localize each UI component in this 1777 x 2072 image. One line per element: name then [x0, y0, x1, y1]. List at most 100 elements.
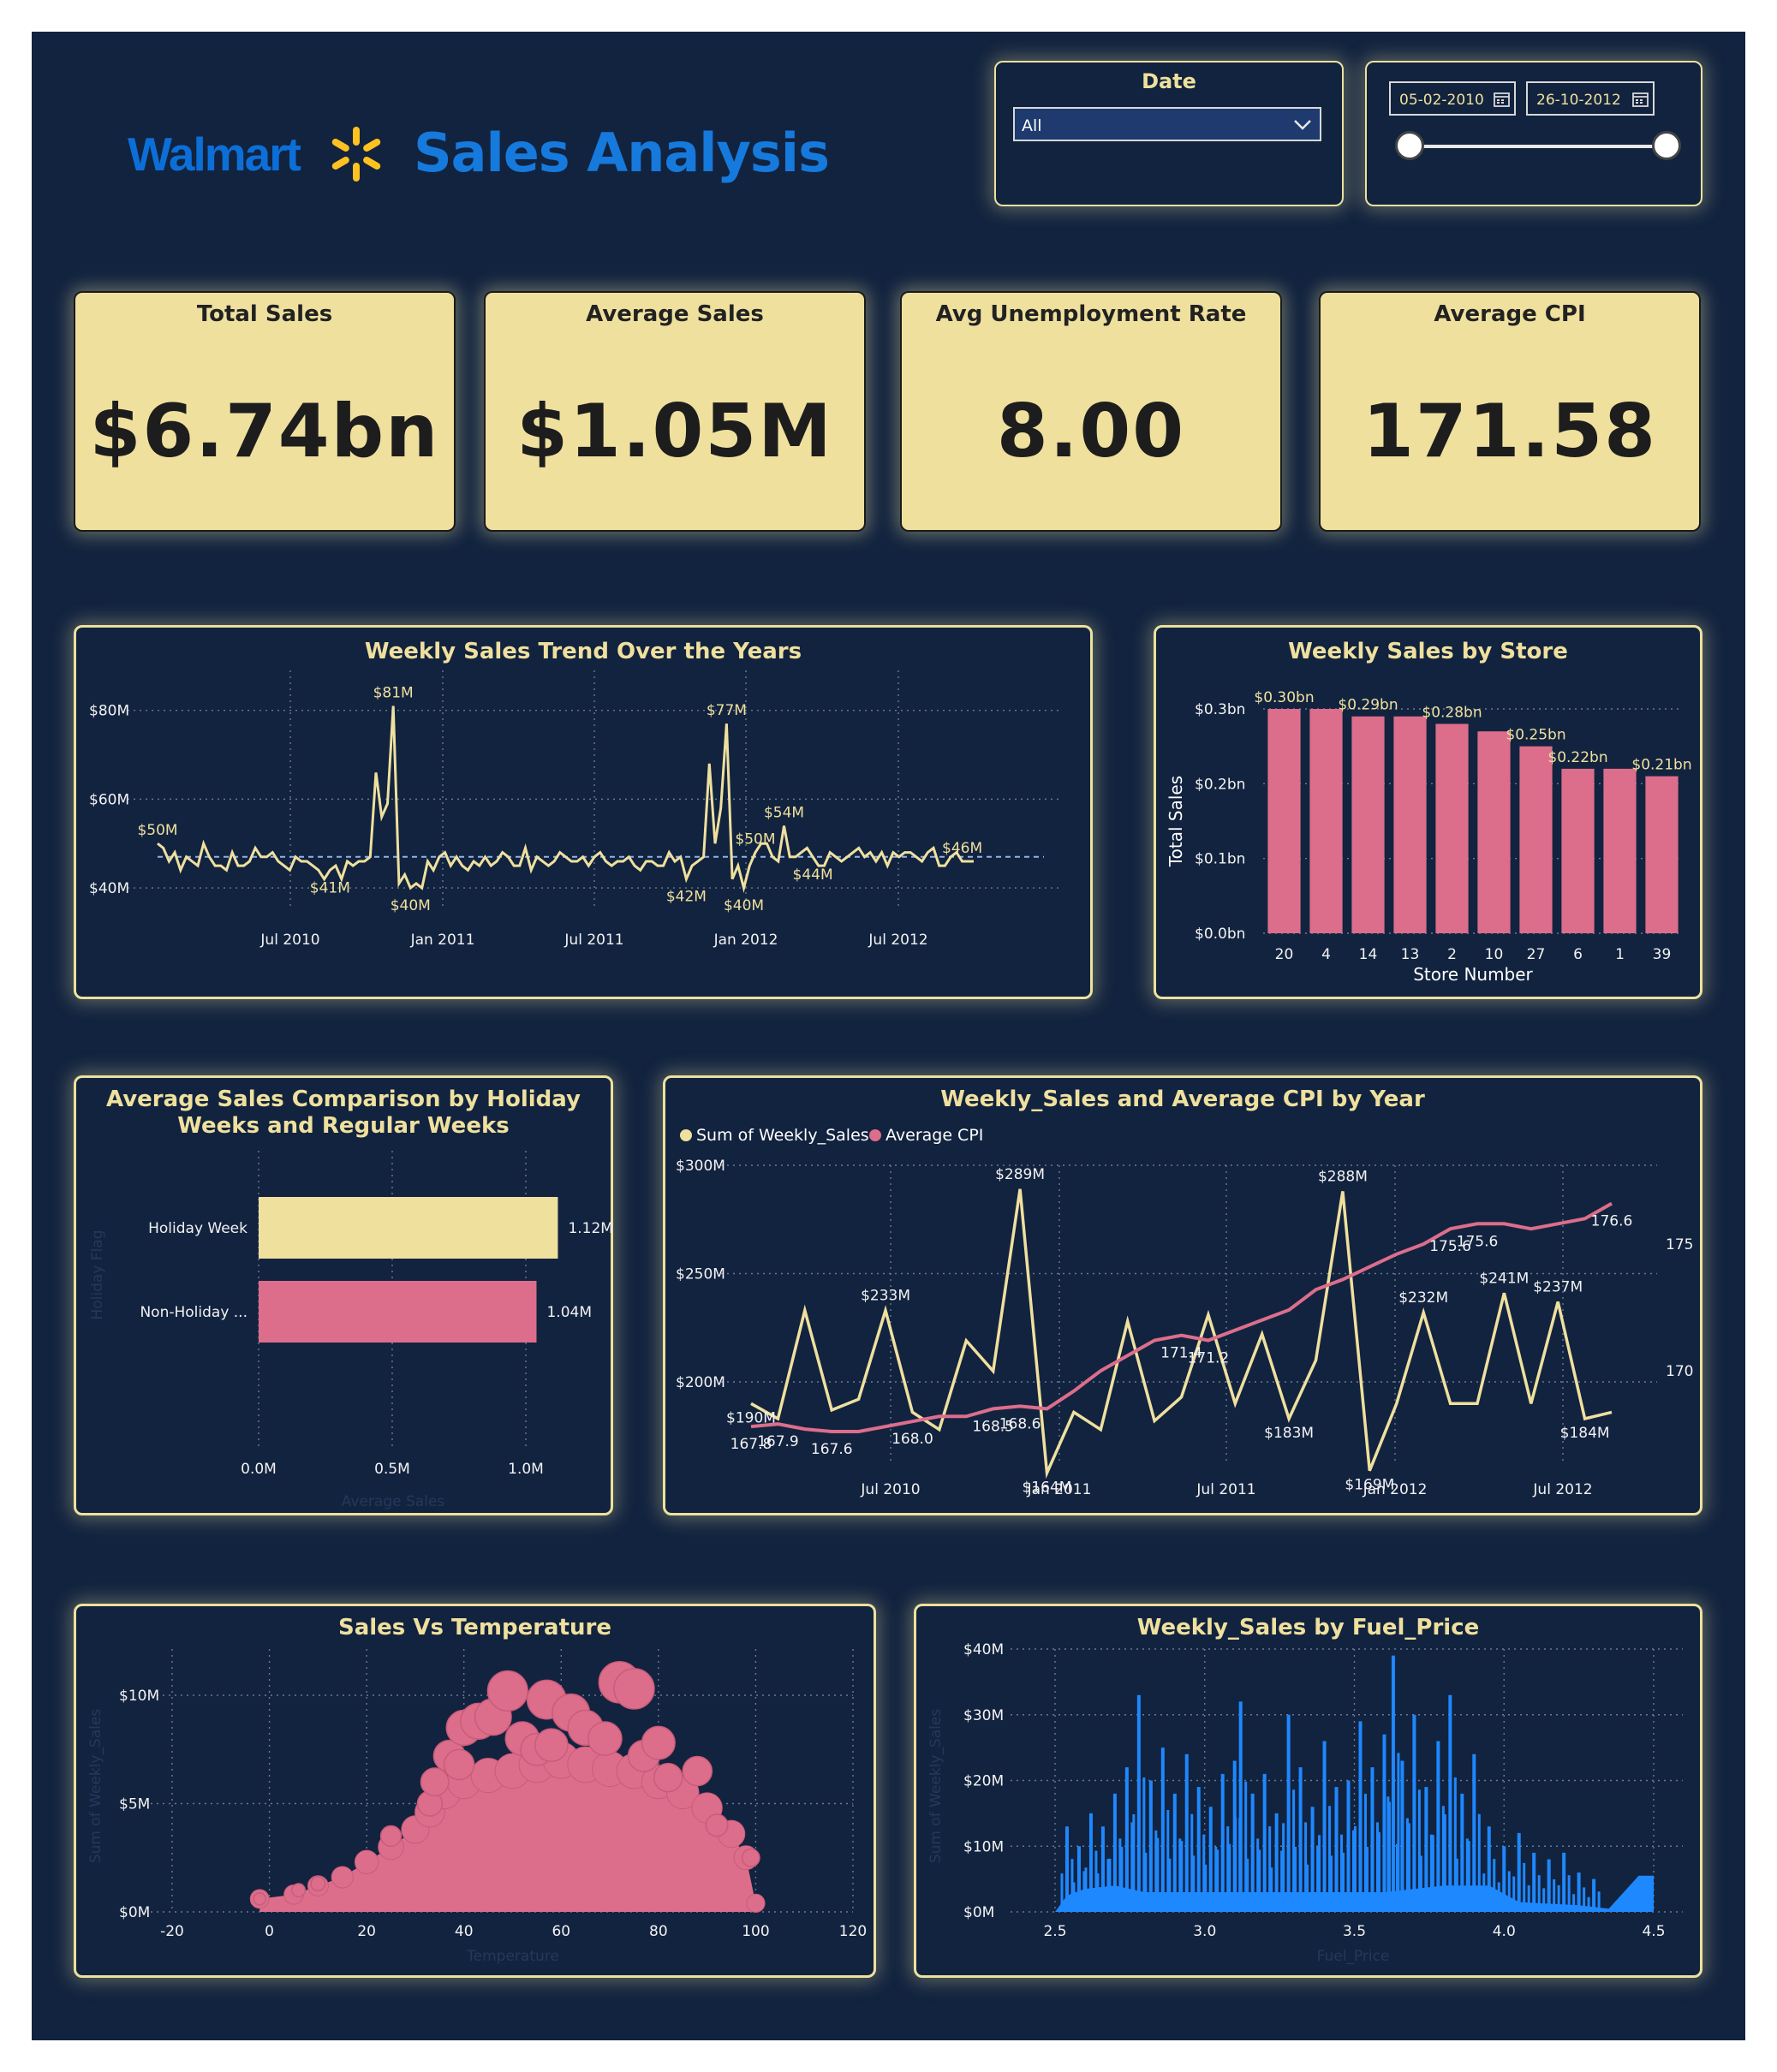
x-tick-label: 14 — [1359, 946, 1378, 963]
range-start-value: 05-02-2010 — [1399, 92, 1484, 109]
data-label: $288M — [1318, 1168, 1368, 1185]
calendar-icon — [1632, 92, 1649, 107]
bar — [1561, 768, 1595, 933]
x-tick-label: 40 — [455, 1923, 474, 1940]
holiday-comparison-chart[interactable]: 0.0M 0.5M 1.0M Holiday Week 1.12M Non-Holiday… — [76, 1078, 613, 1513]
date-select-value: All — [1022, 116, 1042, 135]
y-tick-label: $0.0bn — [1195, 926, 1245, 943]
x-tick-label: 20 — [357, 1923, 376, 1940]
kpi-value: $6.74bn — [89, 389, 440, 474]
page-title: Sales Analysis — [414, 122, 830, 184]
scatter-point — [587, 1721, 623, 1756]
data-label: $237M — [1533, 1278, 1583, 1295]
y-tick-label: $0.3bn — [1195, 701, 1245, 718]
data-label: 1.12M — [568, 1220, 613, 1237]
chevron-down-icon — [1294, 120, 1311, 130]
date-range-panel: 05-02-2010 26-10-2012 — [1365, 61, 1702, 206]
x-tick-label: 27 — [1527, 946, 1546, 963]
legend-label: Average CPI — [886, 1126, 983, 1145]
sales-temperature-panel: Sales Vs Temperature -20 0 20 40 60 80 100 120 $… — [74, 1604, 876, 1978]
y-tick-label: $40M — [963, 1641, 1004, 1658]
sales-cpi-panel: Weekly_Sales and Average CPI by Year Sum… — [663, 1075, 1702, 1515]
y-tick-label: $60M — [89, 791, 129, 808]
weekly-trend-panel: Weekly Sales Trend Over the Years Jul 20… — [74, 625, 1093, 999]
scatter-point — [613, 1668, 655, 1710]
data-label: $77M — [707, 702, 747, 719]
y-tick-label: $0M — [963, 1904, 994, 1921]
date-select[interactable]: All — [1013, 107, 1321, 141]
x-tick-label: 0 — [265, 1923, 274, 1940]
sales-line — [750, 1188, 1613, 1480]
sales-temperature-chart[interactable]: -20 0 20 40 60 80 100 120$0M$5M$10MTemperatureS… — [76, 1606, 874, 1975]
x-tick-label: 1.0M — [508, 1461, 544, 1478]
x-tick-label: Jan 2012 — [713, 932, 778, 949]
range-slider-track[interactable] — [1410, 145, 1667, 148]
data-label: $289M — [995, 1166, 1045, 1183]
range-end-input[interactable]: 26-10-2012 — [1526, 81, 1655, 116]
scatter-point — [253, 1892, 266, 1906]
kpi-card-average-sales: Average Sales $1.05M — [484, 291, 866, 532]
data-label: $184M — [1560, 1425, 1610, 1442]
weekly-trend-chart[interactable]: Jul 2010 Jan 2011 Jul 2011 Jan 2012 Jul 2012… — [76, 628, 1090, 997]
scatter-point — [310, 1876, 326, 1892]
kpi-label: Average Sales — [586, 301, 764, 327]
x-tick-label: Jan 2011 — [410, 932, 475, 949]
y-tick-label: $0.1bn — [1195, 851, 1245, 868]
kpi-card-total-sales: Total Sales $6.74bn — [74, 291, 456, 532]
range-slider-start-handle[interactable] — [1395, 131, 1424, 160]
data-label: $169M — [1345, 1477, 1394, 1494]
fuel-price-chart[interactable]: 2.5 3.0 3.5 4.0 4.5 $0M $10M $20M $30M $40M Fuel_P… — [916, 1606, 1700, 1975]
range-start-input[interactable]: 05-02-2010 — [1389, 81, 1516, 116]
x-tick-label: 39 — [1653, 946, 1672, 963]
y-tick-label: $10M — [963, 1838, 1004, 1855]
x-tick-label: 80 — [649, 1923, 668, 1940]
x-tick-label: 1 — [1615, 946, 1625, 963]
x-tick-label: 3.0 — [1193, 1923, 1216, 1940]
store-sales-panel: Weekly Sales by Store $0.0bn $0.1bn $0.2bn… — [1154, 625, 1702, 999]
x-tick-label: Jul 2011 — [564, 932, 623, 949]
category-label: Holiday Week — [148, 1220, 247, 1237]
x-tick-label: 10 — [1485, 946, 1504, 963]
data-label: $0.30bn — [1254, 689, 1314, 706]
scatter-point — [486, 1670, 528, 1712]
y-tick-label: $40M — [89, 880, 129, 897]
y-tick-label: $250M — [676, 1266, 725, 1283]
data-label: $241M — [1479, 1270, 1529, 1287]
scatter-point — [682, 1755, 713, 1787]
y-axis-label: Holiday Flag — [89, 1230, 106, 1319]
store-sales-chart[interactable]: $0.0bn $0.1bn $0.2bn $0.3bn 20 $0.30bn 4 14 $0.2… — [1156, 628, 1700, 997]
x-tick-label: Jul 2010 — [259, 932, 319, 949]
data-label: $183M — [1264, 1425, 1314, 1442]
scatter-point — [379, 1825, 403, 1848]
sales-cpi-chart[interactable]: Sum of Weekly_Sales Average CPIJul 2010 Ja… — [665, 1078, 1700, 1513]
data-label: $0.25bn — [1506, 727, 1565, 744]
scatter-point — [705, 1813, 729, 1837]
x-tick-label: 13 — [1401, 946, 1420, 963]
bar — [1477, 731, 1511, 933]
kpi-value: 8.00 — [996, 389, 1186, 474]
x-axis-label: Fuel_Price — [1317, 1948, 1390, 1965]
data-label: $190M — [726, 1409, 776, 1426]
y-tick-label: $200M — [676, 1374, 725, 1391]
data-label: $42M — [666, 889, 707, 906]
spark-icon — [331, 127, 381, 182]
bar — [1309, 709, 1343, 933]
range-end-value: 26-10-2012 — [1536, 92, 1621, 109]
x-tick-label: 100 — [742, 1923, 769, 1940]
y-tick-label: $20M — [963, 1773, 1004, 1790]
data-label: $232M — [1398, 1289, 1448, 1307]
data-label: $0.28bn — [1422, 704, 1482, 721]
bar — [1435, 723, 1469, 933]
bar — [1645, 776, 1679, 933]
y2-tick-label: 175 — [1666, 1236, 1693, 1253]
scatter-point — [291, 1883, 307, 1898]
data-label: $0.22bn — [1547, 749, 1607, 766]
data-label: $164M — [1023, 1479, 1072, 1496]
data-label: $0.29bn — [1338, 697, 1398, 714]
scatter-point — [443, 1748, 475, 1781]
x-tick-label: Jul 2010 — [860, 1481, 920, 1498]
data-label: $50M — [137, 822, 177, 839]
data-label: 167.6 — [811, 1441, 853, 1458]
data-label: $81M — [373, 684, 414, 701]
range-slider-end-handle[interactable] — [1652, 131, 1681, 160]
